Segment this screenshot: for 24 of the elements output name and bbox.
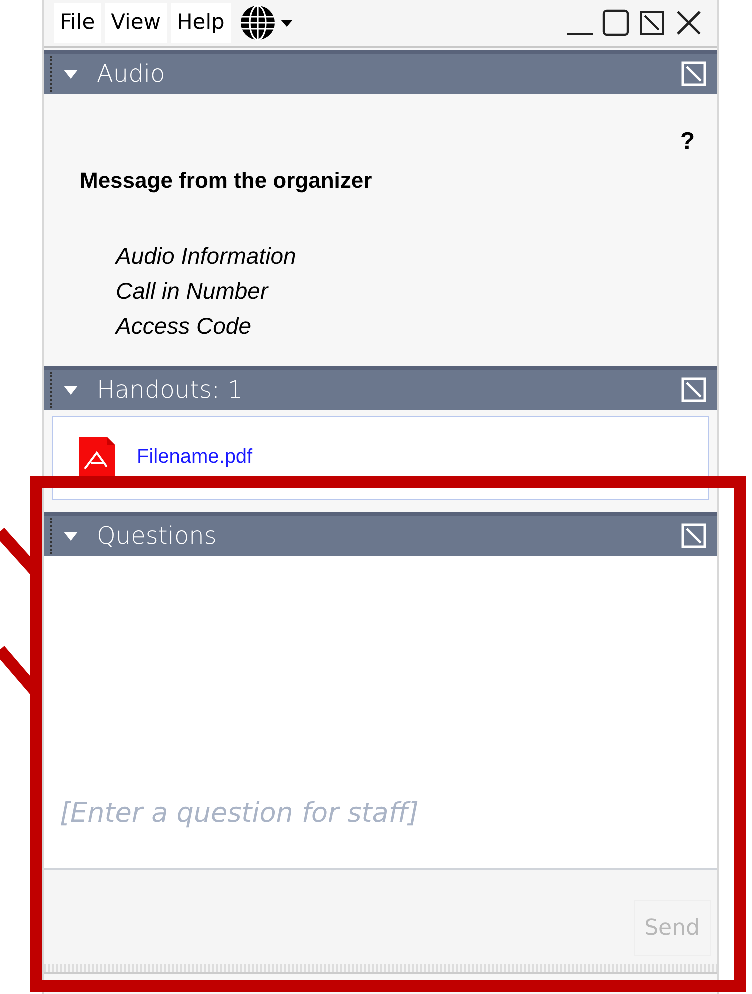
resize-grip[interactable] xyxy=(44,964,717,974)
section-header[interactable]: Questions xyxy=(44,512,717,556)
collapse-triangle-icon[interactable] xyxy=(63,68,79,80)
menu-item[interactable]: Help xyxy=(170,3,231,43)
section-header[interactable]: Audio xyxy=(44,50,717,94)
section-title: Audio xyxy=(97,59,166,90)
question-field[interactable]: [Enter a question for staff] xyxy=(60,794,717,834)
audio-info-line: Call in Number xyxy=(116,277,270,306)
close-icon[interactable] xyxy=(675,9,703,37)
help-mark[interactable]: ? xyxy=(680,124,695,160)
maximize-icon[interactable] xyxy=(601,8,631,38)
section-title: Questions xyxy=(97,521,218,552)
menu-item[interactable]: File xyxy=(54,3,102,43)
section-header[interactable]: Handouts: 1 xyxy=(44,366,717,410)
message-heading: Message from the organizer xyxy=(80,167,374,195)
menu-item[interactable]: View xyxy=(105,3,167,43)
popout-icon[interactable] xyxy=(639,10,665,36)
section-title: Handouts: 1 xyxy=(97,375,244,406)
file-link[interactable]: Filename.pdf xyxy=(137,442,253,472)
collapse-triangle-icon[interactable] xyxy=(63,530,79,542)
audio-info-line: Audio Information xyxy=(116,242,298,271)
pdf-file-icon xyxy=(77,435,117,479)
collapse-triangle-icon[interactable] xyxy=(63,384,79,396)
audio-info-line: Access Code xyxy=(116,312,253,341)
